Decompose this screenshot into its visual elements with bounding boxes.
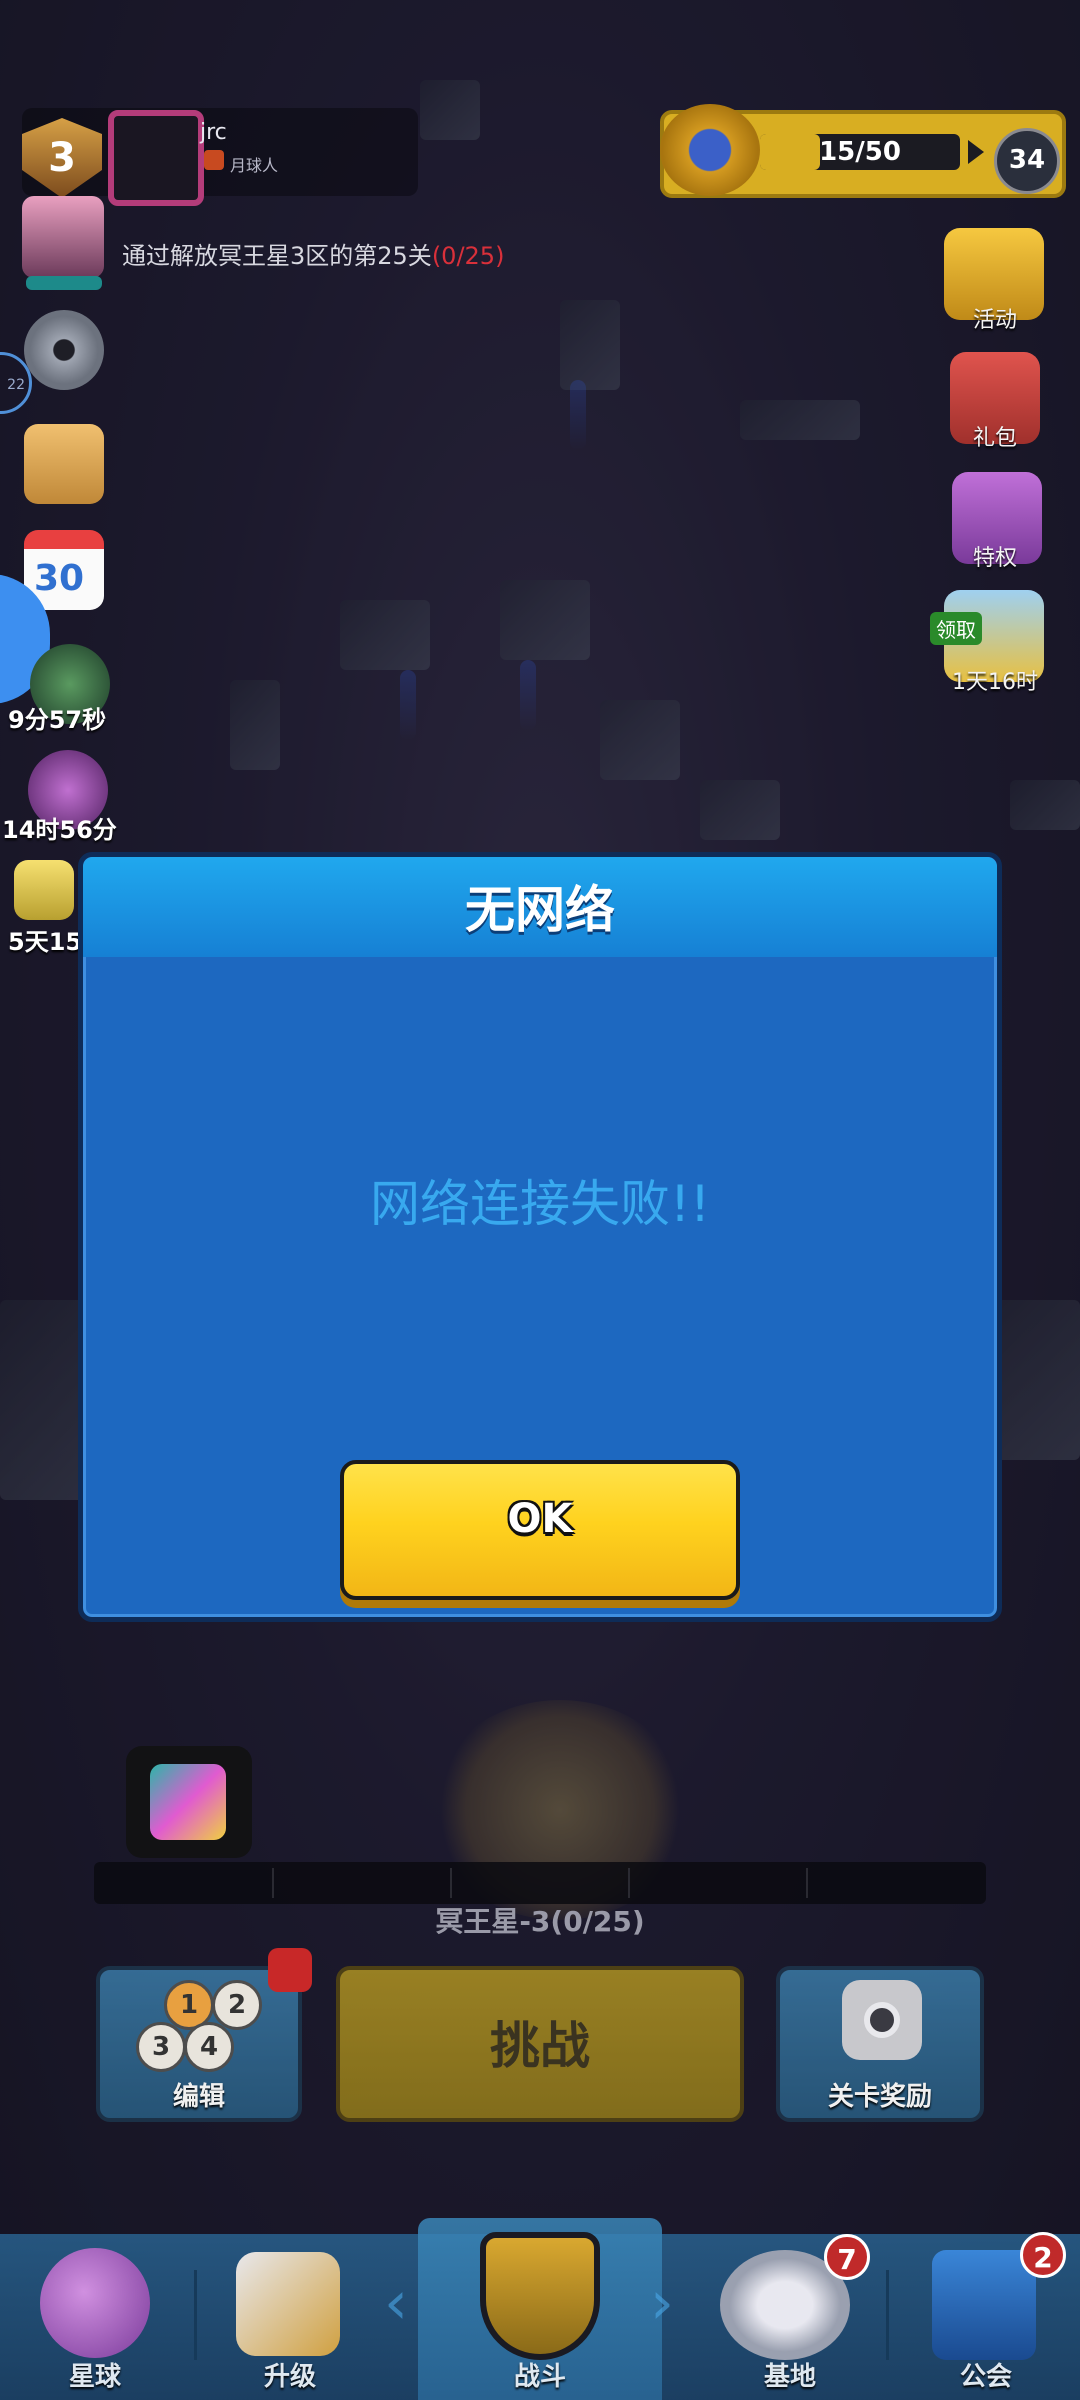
nav-badge: 7 [824, 2234, 870, 2280]
chest-icon-inner [150, 1764, 226, 1840]
stage-divider [628, 1868, 630, 1898]
nav-item-guild[interactable]: 公会 [906, 2356, 1066, 2393]
planet-icon[interactable] [40, 2248, 150, 2358]
right-item-label: 特权 [972, 546, 1017, 571]
quest-description[interactable]: 通过解放冥王星3区的第25关(0/25) [122, 236, 504, 271]
star-gift-icon[interactable] [14, 860, 74, 920]
stage-progress-bar [94, 1862, 986, 1904]
nav-item-upgrade[interactable]: 升级 [210, 2356, 370, 2393]
shield-icon[interactable] [480, 2232, 600, 2360]
claim-tag: 领取 [930, 612, 982, 645]
quest-avatar[interactable] [22, 196, 104, 278]
stage-divider [806, 1868, 808, 1898]
challenge-button-label: 挑战 [490, 2017, 590, 2075]
hex-number: 3 [136, 2022, 186, 2072]
quest-text: 通过解放冥王星3区的第25关 [122, 242, 432, 270]
rank-progress-text: 15/50 [819, 137, 901, 167]
player-name: jrc [200, 120, 227, 145]
stage-label: 冥王星-3(0/25) [435, 1905, 645, 1938]
rank-star-icon [660, 104, 760, 196]
right-item-label: 礼包 [972, 426, 1017, 451]
play-arrow-icon [968, 140, 984, 164]
quest-progress: (0/25) [431, 242, 505, 270]
rank-value: 34 [994, 128, 1060, 194]
ok-button-label: OK [507, 1496, 573, 1542]
timer-label: 14时56分 [2, 816, 117, 844]
edit-button-label: 编辑 [172, 2082, 225, 2112]
stage-divider [450, 1868, 452, 1898]
title-icon [204, 150, 224, 170]
quest-avatar-bar [26, 276, 102, 290]
nav-divider [886, 2270, 889, 2360]
stage-reward-label: 关卡奖励 [827, 2082, 932, 2112]
gear-icon[interactable] [24, 310, 104, 390]
nav-item-battle[interactable]: 战斗 [460, 2356, 620, 2393]
reward-icon-core [864, 2002, 900, 2038]
right-item-label: 1天16时 [952, 670, 1038, 695]
dialog-message: 网络连接失败!! [369, 1175, 711, 1233]
hex-formation-icon: 1 2 3 4 [132, 1980, 272, 2072]
nav-item-base[interactable]: 基地 [710, 2356, 870, 2393]
right-item-label: 活动 [972, 308, 1017, 333]
notification-badge [268, 1948, 312, 1992]
nav-divider [194, 2270, 197, 2360]
timer-label: 5天15 [8, 928, 83, 956]
player-title: 月球人 [230, 156, 279, 175]
avatar[interactable] [108, 110, 204, 206]
hex-number: 4 [184, 2022, 234, 2072]
nav-item-planet[interactable]: 星球 [15, 2356, 175, 2393]
stage-divider [272, 1868, 274, 1898]
guild-icon[interactable] [932, 2250, 1036, 2360]
clipboard-icon[interactable] [24, 424, 104, 504]
timer-label: 9分57秒 [8, 706, 107, 734]
wrench-hammer-icon[interactable] [236, 2252, 340, 2356]
calendar-day: 30 [34, 558, 85, 599]
hex-number: 2 [212, 1980, 262, 2030]
chevron-right-icon[interactable]: › [650, 2268, 674, 2338]
nav-badge: 2 [1020, 2232, 1066, 2278]
dialog-title: 无网络 [465, 881, 615, 939]
chevron-left-icon[interactable]: ‹ [384, 2268, 408, 2338]
